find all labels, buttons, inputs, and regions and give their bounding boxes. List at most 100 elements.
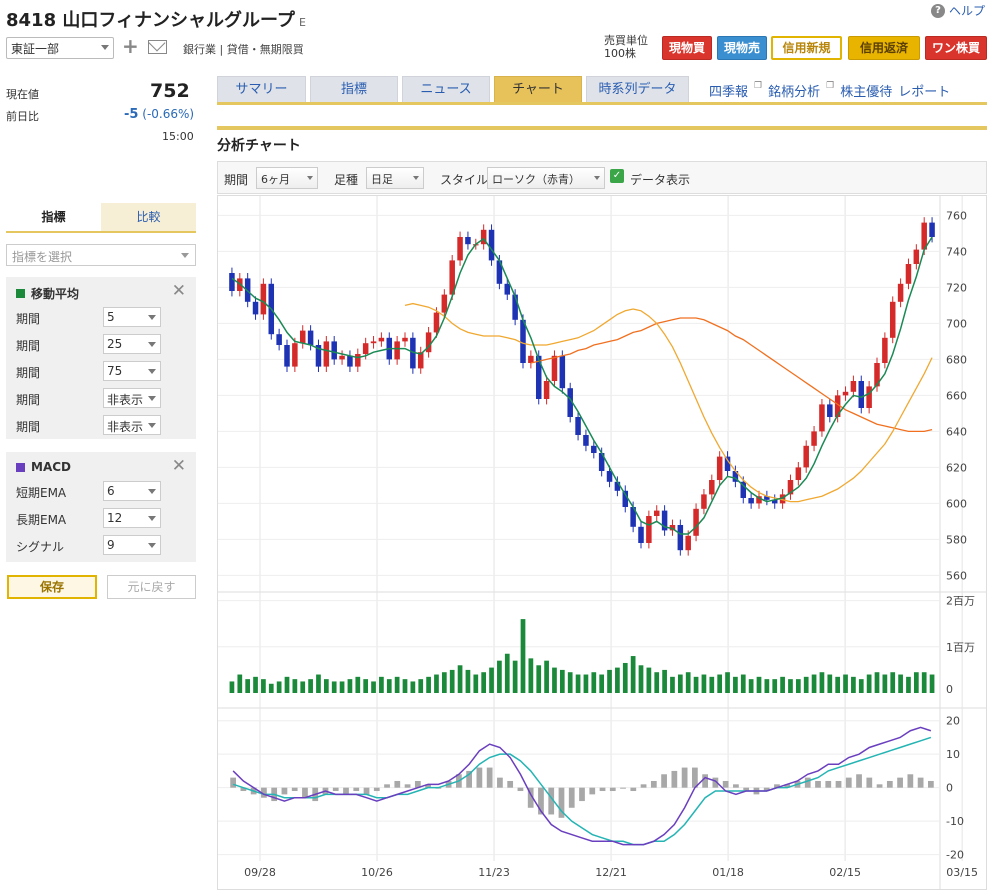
analysis-chart[interactable]: 09/28 10/26 11/23 12/21 01/18 02/15 03/15 560 58… [217, 195, 987, 890]
spot-buy-button[interactable]: 現物買 [662, 36, 712, 60]
x-tick-label: 02/15 [829, 866, 861, 879]
x-tick-label: 09/28 [244, 866, 276, 879]
close-icon[interactable]: ✕ [172, 456, 186, 476]
ma-period-label: 期間 [16, 420, 41, 434]
macd-histogram-bar [302, 787, 308, 798]
macd-signal-select[interactable]: 9 [103, 535, 161, 555]
volume-bar [756, 676, 762, 693]
quote-time: 15:00 [162, 130, 194, 143]
volume-bar [268, 683, 274, 693]
candle-body [292, 343, 298, 367]
chevron-down-icon [148, 396, 156, 401]
candle-body [307, 330, 314, 345]
bar-type-select[interactable]: 日足 [366, 167, 424, 189]
macd-long-ema-select[interactable]: 12 [103, 508, 161, 528]
volume-bar [434, 674, 439, 693]
candle-body [638, 526, 644, 543]
period-label: 期間 [224, 173, 249, 187]
reset-button[interactable]: 元に戻す [107, 575, 196, 599]
tab-compare[interactable]: 比較 [101, 203, 196, 231]
indicator-select[interactable]: 指標を選択 [6, 244, 196, 266]
style-select[interactable]: ローソク（赤青） [487, 167, 605, 189]
candle-body [606, 471, 613, 482]
tab-news[interactable]: ニュース [402, 76, 490, 103]
save-button[interactable]: 保存 [7, 575, 97, 599]
link-report[interactable]: レポート [898, 81, 950, 100]
macd-tick-label: 20 [946, 715, 960, 728]
candle-body [685, 535, 691, 551]
volume-bar [725, 672, 730, 693]
ma-period-label: 期間 [16, 312, 41, 326]
ma-period-select-5[interactable]: 非表示 [103, 415, 161, 435]
macd-histogram-bar [486, 767, 493, 788]
link-shikiho[interactable]: 四季報 [709, 81, 748, 100]
data-display-checkbox[interactable]: ✓ [610, 169, 624, 183]
price-tick-label: 580 [946, 533, 967, 546]
x-tick-label: 10/26 [361, 866, 393, 879]
candle-body [819, 404, 825, 432]
tab-timeseries[interactable]: 時系列データ [586, 76, 689, 103]
macd-histogram-bar [353, 787, 360, 792]
tab-indicators-main[interactable]: 指標 [310, 76, 398, 103]
link-benefits[interactable]: 株主優待 [840, 81, 892, 100]
link-analysis[interactable]: 銘柄分析 [768, 81, 820, 100]
volume-bar [709, 676, 715, 693]
price-tick-label: 760 [946, 209, 967, 222]
ma-period-select-1[interactable]: 5 [103, 307, 161, 327]
chevron-down-icon [148, 342, 156, 347]
section-title: 分析チャート [217, 138, 301, 154]
candle-body [378, 337, 385, 342]
trade-unit: 売買単位 100株 [604, 34, 648, 60]
ma-period-select-3[interactable]: 75 [103, 361, 161, 381]
price-tick-label: 600 [946, 497, 967, 510]
price-tick-label: 640 [946, 425, 967, 438]
period-select[interactable]: 6ヶ月 [256, 167, 318, 189]
margin-repay-button[interactable]: 信用返済 [848, 36, 920, 60]
volume-bar [874, 672, 880, 693]
close-icon[interactable]: ✕ [172, 281, 186, 301]
margin-new-button[interactable]: 信用新規 [771, 36, 842, 60]
volume-tick-label: 0 [946, 683, 953, 696]
macd-histogram-bar [363, 787, 370, 795]
add-icon[interactable]: + [122, 36, 139, 56]
macd-color-swatch [16, 462, 25, 472]
help-link[interactable]: ? ヘルプ [930, 2, 985, 19]
volume-bar [347, 679, 353, 693]
mail-icon[interactable] [148, 40, 167, 54]
candle-body [229, 273, 235, 291]
macd-histogram-bar [845, 777, 852, 788]
tab-chart[interactable]: チャート [494, 76, 582, 103]
ma-title: 移動平均 [31, 287, 80, 301]
volume-bar [677, 674, 683, 693]
volume-bar [599, 674, 605, 693]
external-link-icon: ❐ [754, 81, 763, 91]
candle-body [370, 341, 377, 344]
candle-body [811, 431, 817, 446]
candle-body [331, 341, 337, 360]
volume-bar [615, 667, 620, 693]
volume-bar [701, 674, 707, 693]
macd-histogram-bar [722, 780, 729, 788]
volume-bar [866, 674, 872, 693]
spot-sell-button[interactable]: 現物売 [717, 36, 767, 60]
style-label: スタイル [440, 173, 489, 187]
volume-bar [929, 674, 935, 693]
ma-period-select-2[interactable]: 25 [103, 334, 161, 354]
volume-bar [685, 672, 691, 693]
tab-indicators[interactable]: 指標 [6, 203, 101, 231]
one-share-buy-button[interactable]: ワン株買 [925, 36, 987, 60]
market-select[interactable]: 東証一部 [6, 37, 114, 59]
ma-period-select-4[interactable]: 非表示 [103, 388, 161, 408]
x-tick-label: 03/15 [946, 866, 978, 879]
chevron-down-icon [148, 369, 156, 374]
tab-summary[interactable]: サマリー [217, 76, 306, 103]
volume-bar [339, 681, 345, 693]
volume-bar [544, 660, 549, 693]
volume-bar [772, 679, 778, 693]
chevron-down-icon [148, 315, 156, 320]
candle-body [709, 480, 715, 495]
macd-short-ema-select[interactable]: 6 [103, 481, 161, 501]
volume-bar [552, 667, 557, 693]
price-tick-label: 720 [946, 281, 967, 294]
candle-body [693, 508, 699, 536]
